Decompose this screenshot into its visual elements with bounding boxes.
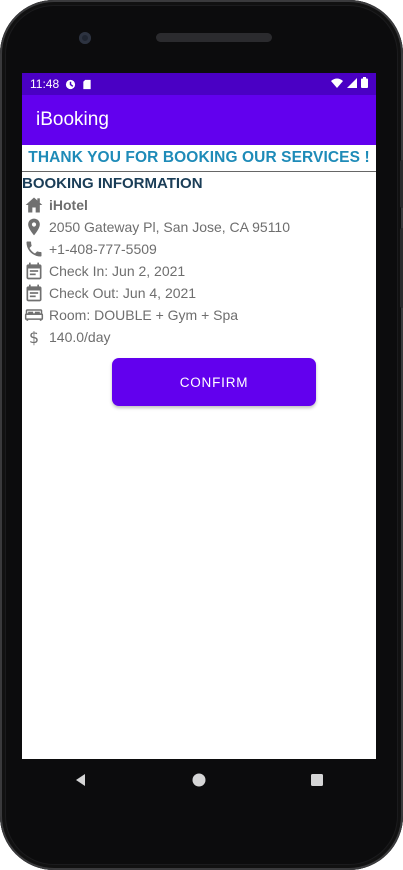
location-pin-icon [24, 217, 44, 237]
check-out-row: Check Out: Jun 4, 2021 [22, 282, 376, 304]
phone-row: +1-408-777-5509 [22, 238, 376, 260]
calendar-icon [24, 283, 44, 303]
status-right-icons [331, 77, 368, 91]
bed-icon [24, 305, 44, 325]
front-camera [79, 32, 91, 44]
battery-icon [361, 77, 368, 91]
app-bar: iBooking [22, 95, 376, 145]
signal-icon [347, 77, 357, 91]
room-row: Room: DOUBLE + Gym + Spa [22, 304, 376, 326]
check-out-date: Check Out: Jun 4, 2021 [49, 285, 197, 301]
phone-icon [24, 239, 44, 259]
dollar-icon: $ [24, 327, 44, 347]
check-in-date: Check In: Jun 2, 2021 [49, 263, 186, 279]
home-icon[interactable] [187, 768, 211, 792]
recents-icon[interactable] [305, 768, 329, 792]
banner-text: THANK YOU FOR BOOKING OUR SERVICES ! [28, 149, 370, 166]
status-time: 11:48 [30, 77, 60, 91]
room-price: 140.0/day [49, 329, 111, 345]
status-bar: 11:48 [22, 73, 376, 95]
booking-info-list: iHotel 2050 Gateway Pl, San Jose, CA 951… [22, 194, 376, 348]
data-saver-icon [65, 79, 76, 90]
home-icon [24, 195, 44, 215]
section-title: BOOKING INFORMATION [22, 175, 203, 192]
hotel-address: 2050 Gateway Pl, San Jose, CA 95110 [49, 219, 291, 235]
thank-you-banner: THANK YOU FOR BOOKING OUR SERVICES ! [22, 145, 376, 172]
hotel-phone: +1-408-777-5509 [49, 241, 157, 257]
wifi-icon [331, 77, 343, 91]
app-title: iBooking [36, 109, 109, 130]
earpiece-speaker [156, 33, 272, 42]
calendar-icon [24, 261, 44, 281]
room-details: Room: DOUBLE + Gym + Spa [49, 307, 239, 323]
confirm-button[interactable]: CONFIRM [112, 358, 316, 406]
price-row: $ 140.0/day [22, 326, 376, 348]
sd-card-icon [82, 79, 93, 90]
system-nav-bar [22, 759, 376, 801]
hotel-row: iHotel [22, 194, 376, 216]
svg-text:$: $ [29, 328, 39, 347]
address-row: 2050 Gateway Pl, San Jose, CA 95110 [22, 216, 376, 238]
hotel-name: iHotel [49, 197, 88, 213]
check-in-row: Check In: Jun 2, 2021 [22, 260, 376, 282]
back-icon[interactable] [69, 768, 93, 792]
app-screen: 11:48 iBooking THANK YOU FOR BOOKING OUR… [22, 73, 376, 759]
